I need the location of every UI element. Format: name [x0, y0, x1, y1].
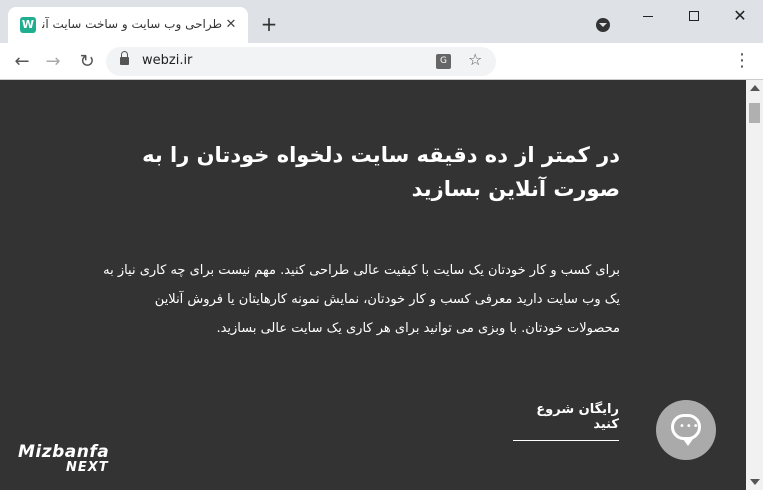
- tab-search-icon[interactable]: [596, 18, 610, 32]
- browser-toolbar: ← → ↻ webzi.ir G ☆ ⋮: [0, 43, 763, 80]
- logo-sub-text: NEXT: [66, 460, 109, 475]
- logo-main-text: Mizbanfa: [18, 442, 110, 462]
- title-bar: W طراحی وب سایت و ساخت سایت آنلاین ✕ + ✕: [0, 0, 763, 43]
- chat-button[interactable]: •••: [656, 400, 716, 460]
- scroll-thumb[interactable]: [749, 103, 760, 123]
- close-window-button[interactable]: ✕: [717, 0, 763, 32]
- start-free-link[interactable]: رایگان شروع کنید: [513, 402, 619, 441]
- address-bar[interactable]: webzi.ir G ☆: [106, 47, 496, 76]
- hero-body-text: برای کسب و کار خودتان یک سایت با کیفیت ع…: [103, 263, 620, 336]
- tab-close-icon[interactable]: ✕: [222, 16, 240, 34]
- vertical-scrollbar[interactable]: [746, 80, 763, 490]
- forward-button[interactable]: →: [40, 49, 66, 75]
- lock-icon[interactable]: [120, 51, 129, 66]
- translate-icon[interactable]: G: [436, 54, 451, 69]
- minimize-button[interactable]: [625, 0, 671, 32]
- browser-tab[interactable]: W طراحی وب سایت و ساخت سایت آنلاین ✕: [8, 7, 248, 43]
- hero-headline: در کمتر از ده دقیقه سایت دلخواه خودتان ر…: [142, 143, 620, 201]
- url-text[interactable]: webzi.ir: [142, 53, 192, 68]
- chat-dots: •••: [679, 421, 700, 432]
- minimize-icon: [643, 15, 653, 17]
- tab-title: طراحی وب سایت و ساخت سایت آنلاین: [42, 17, 222, 31]
- maximize-icon: [689, 11, 699, 21]
- bookmark-star-icon[interactable]: ☆: [468, 50, 482, 69]
- back-button[interactable]: ←: [9, 49, 35, 75]
- kebab-menu-icon[interactable]: ⋮: [733, 49, 751, 75]
- maximize-button[interactable]: [671, 0, 717, 32]
- scroll-up-arrow-icon[interactable]: [750, 85, 760, 91]
- mizbanfa-logo[interactable]: Mizbanfa NEXT: [18, 442, 109, 475]
- site-favicon-icon: W: [20, 17, 36, 33]
- scroll-down-arrow-icon[interactable]: [750, 479, 760, 485]
- new-tab-button[interactable]: +: [258, 14, 280, 36]
- reload-button[interactable]: ↻: [74, 49, 100, 75]
- chat-bubble-icon: •••: [671, 414, 701, 446]
- page-content: در کمتر از ده دقیقه سایت دلخواه خودتان ر…: [0, 80, 746, 490]
